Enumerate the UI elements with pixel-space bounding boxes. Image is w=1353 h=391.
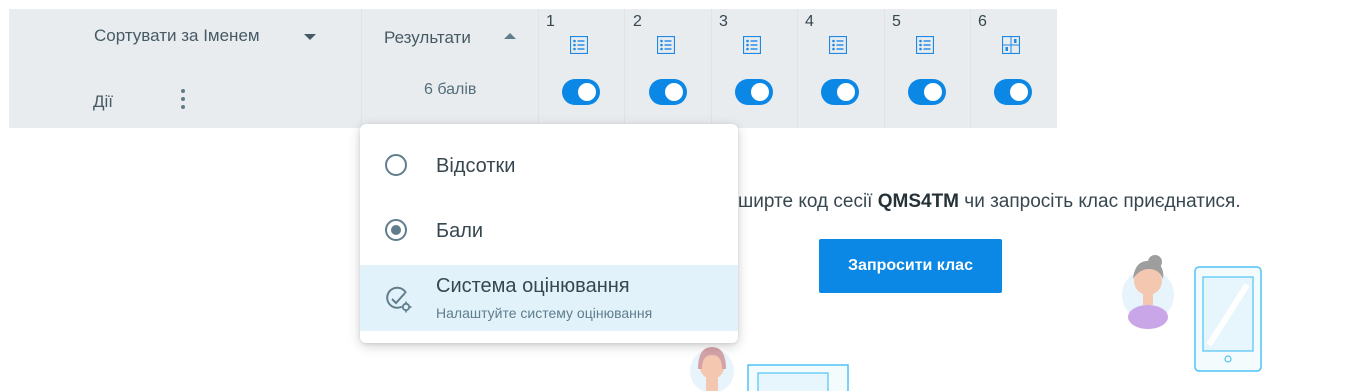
menu-item-sublabel: Налаштуйте систему оцінювання [436, 305, 653, 321]
teacher-screen-illustration [690, 347, 849, 391]
question-column-1: 1 [538, 9, 624, 128]
results-grid-header: Сортувати за Іменем Дії Результати 6 бал… [9, 9, 1057, 128]
menu-item-label: Система оцінювання [436, 275, 630, 297]
match-grid-icon [1002, 36, 1020, 54]
question-number: 6 [978, 13, 987, 30]
results-dropdown-chevron-icon[interactable] [504, 33, 516, 39]
student-tablet-illustration [1122, 255, 1262, 372]
score-display-menu: Відсотки Бали Система оцінювання Налашту… [360, 124, 738, 343]
question-3-toggle[interactable] [735, 79, 773, 105]
multiple-choice-list-icon [916, 36, 934, 54]
total-score-label: 6 балів [424, 81, 477, 98]
question-number: 2 [633, 13, 642, 30]
radio-unchecked-icon[interactable] [385, 154, 407, 176]
question-number: 4 [805, 13, 814, 30]
share-session-text: ширте код сесії QMS4TM чи запросіть клас… [738, 191, 1241, 213]
question-column-3: 3 [711, 9, 797, 128]
question-6-toggle[interactable] [994, 79, 1032, 105]
question-1-toggle[interactable] [562, 79, 600, 105]
menu-item-percentages[interactable]: Відсотки [360, 135, 738, 199]
menu-item-label: Бали [436, 220, 484, 242]
menu-item-label: Відсотки [436, 155, 516, 177]
question-column-6: 6 [970, 9, 1056, 128]
question-number: 3 [719, 13, 728, 30]
radio-checked-icon[interactable] [385, 219, 407, 241]
actions-label: Дії [93, 92, 114, 111]
question-number: 5 [892, 13, 901, 30]
multiple-choice-list-icon [743, 36, 761, 54]
question-4-toggle[interactable] [821, 79, 859, 105]
question-column-2: 2 [625, 9, 711, 128]
sort-dropdown-chevron-icon[interactable] [304, 34, 316, 40]
grading-settings-icon [386, 286, 412, 313]
share-suffix: чи запросіть клас приєднатися. [959, 191, 1241, 212]
invite-class-button[interactable]: Запросити клас [819, 239, 1002, 293]
question-column-5: 5 [884, 9, 970, 128]
question-2-toggle[interactable] [649, 79, 687, 105]
multiple-choice-list-icon [657, 36, 675, 54]
more-options-icon[interactable] [179, 89, 187, 113]
menu-item-grading-system[interactable]: Система оцінювання Налаштуйте систему оц… [360, 265, 738, 331]
sort-by-name-label[interactable]: Сортувати за Іменем [94, 26, 260, 46]
question-number: 1 [546, 13, 555, 30]
share-prefix: ширте код сесії [738, 191, 878, 212]
question-column-4: 4 [797, 9, 883, 128]
menu-item-points[interactable]: Бали [360, 200, 738, 264]
question-5-toggle[interactable] [908, 79, 946, 105]
session-code: QMS4TM [877, 191, 960, 212]
multiple-choice-list-icon [570, 36, 588, 54]
results-column-header[interactable]: Результати [384, 28, 471, 48]
multiple-choice-list-icon [829, 36, 847, 54]
column-divider [361, 9, 362, 128]
